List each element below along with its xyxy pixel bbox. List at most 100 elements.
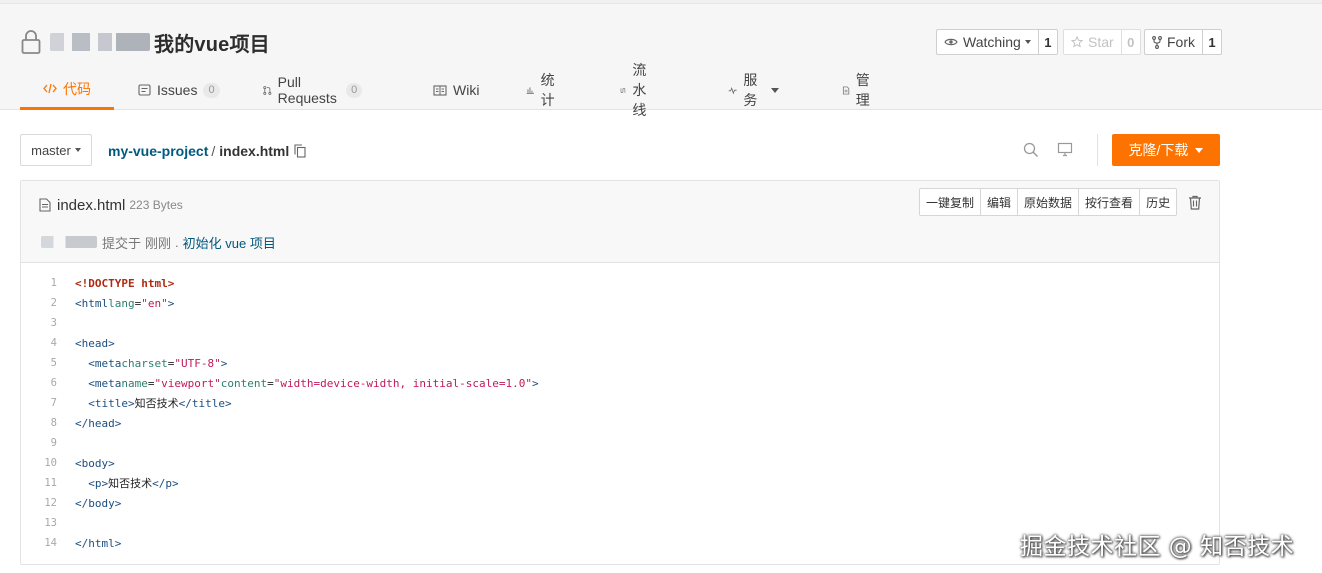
file-size: 223 Bytes (129, 198, 183, 212)
edit-button[interactable]: 编辑 (980, 189, 1017, 215)
file-icon (39, 198, 51, 212)
code-line: 12 </body> (21, 493, 1219, 513)
committer-blurred[interactable] (41, 236, 97, 248)
watch-count[interactable]: 1 (1038, 29, 1058, 55)
line-number[interactable]: 2 (21, 297, 57, 309)
line-number[interactable]: 12 (21, 497, 57, 509)
file-info: index.html 223 Bytes (39, 195, 183, 215)
watch-button[interactable]: Watching (936, 29, 1039, 55)
tab-pull-requests[interactable]: Pull Requests 0 (263, 70, 363, 110)
code-text: </html> (75, 536, 122, 550)
owner-name-blurred[interactable] (50, 33, 150, 51)
fork-icon (1152, 35, 1162, 49)
line-number[interactable]: 9 (21, 437, 57, 449)
chevron-down-icon (1024, 40, 1031, 44)
star-icon (1071, 36, 1083, 48)
pipeline-icon (620, 87, 626, 93)
code-line: 2 <htmllang="en"> (21, 293, 1219, 313)
line-number[interactable]: 4 (21, 337, 57, 349)
fork-label: Fork (1167, 34, 1195, 50)
line-number[interactable]: 13 (21, 517, 57, 529)
tab-label: Pull Requests (277, 74, 337, 106)
code-icon (43, 83, 57, 94)
breadcrumb-project[interactable]: my-vue-project (108, 143, 208, 159)
fork-button[interactable]: Fork (1144, 29, 1203, 55)
code-text: <head> (75, 336, 115, 350)
tab-label: 管理 (855, 72, 870, 108)
branch-name: master (31, 142, 71, 158)
breadcrumb: my-vue-project / index.html (108, 141, 306, 161)
wiki-icon (433, 84, 447, 96)
tab-service[interactable]: 服务 (728, 70, 779, 110)
code-line: 8 </head> (21, 413, 1219, 433)
star-control: Star 0 (1063, 29, 1141, 55)
tab-code[interactable]: 代码 (20, 70, 114, 110)
fork-count[interactable]: 1 (1203, 29, 1222, 55)
repo-title: 我的vue项目 (20, 28, 270, 56)
clone-download-button[interactable]: 克隆/下载 (1112, 134, 1220, 166)
monitor-icon[interactable] (1057, 142, 1073, 157)
tab-label: Wiki (453, 82, 480, 98)
tab-issues[interactable]: Issues 0 (138, 70, 220, 110)
history-button[interactable]: 历史 (1139, 189, 1176, 215)
last-commit: 提交于 刚刚 . 初始化 vue 项目 (41, 233, 276, 252)
pull-request-icon (263, 85, 272, 95)
file-header: index.html 223 Bytes 一键复制 编辑 原始数据 按行查看 历… (21, 181, 1219, 263)
copy-icon[interactable] (294, 144, 306, 158)
chevron-down-icon (771, 87, 779, 93)
file-viewer: index.html 223 Bytes 一键复制 编辑 原始数据 按行查看 历… (20, 180, 1220, 565)
tab-pipeline[interactable]: 流水线 (620, 62, 653, 118)
line-number[interactable]: 7 (21, 397, 57, 409)
line-number[interactable]: 10 (21, 457, 57, 469)
tab-label: 流水线 (632, 62, 647, 118)
trash-icon[interactable] (1188, 195, 1202, 210)
commit-time: 刚刚 (145, 235, 172, 251)
repo-header: 我的vue项目 Watching 1 Star 0 Fork 1 代码 Issu… (0, 0, 1322, 118)
line-number[interactable]: 5 (21, 357, 57, 369)
line-number[interactable]: 8 (21, 417, 57, 429)
tab-manage[interactable]: 管理 (842, 70, 874, 110)
star-count[interactable]: 0 (1121, 29, 1141, 55)
file-name: index.html (57, 196, 126, 214)
service-icon (728, 86, 737, 94)
tab-stats[interactable]: 统计 (526, 70, 559, 110)
line-number[interactable]: 14 (21, 537, 57, 549)
line-number[interactable]: 3 (21, 317, 57, 329)
line-number[interactable]: 1 (21, 277, 57, 289)
chevron-down-icon (74, 148, 81, 152)
tab-wiki[interactable]: Wiki (433, 70, 479, 110)
code-text: <metacharset="UTF-8"> (88, 356, 228, 370)
code-text: <metaname="viewport"content="width=devic… (88, 376, 539, 390)
pr-count-badge: 0 (346, 82, 363, 98)
code-text: <!DOCTYPE html> (75, 276, 175, 290)
commit-prefix: 提交于 (102, 235, 142, 251)
watch-label: Watching (963, 34, 1021, 50)
copy-all-button[interactable]: 一键复制 (920, 189, 980, 215)
code-text: </body> (75, 496, 122, 510)
commit-message[interactable]: 初始化 vue 项目 (183, 233, 276, 252)
code-line: 5 <metacharset="UTF-8"> (21, 353, 1219, 373)
stats-icon (526, 87, 534, 94)
line-number[interactable]: 6 (21, 377, 57, 389)
issues-count-badge: 0 (203, 82, 220, 98)
toolbar-divider (1097, 134, 1098, 166)
code-text: <p>知否技术</p> (88, 477, 179, 490)
breadcrumb-separator: / (211, 143, 216, 159)
tab-label: Issues (157, 82, 198, 98)
line-number[interactable]: 11 (21, 477, 57, 489)
search-icon[interactable] (1023, 142, 1039, 158)
code-line: 6 <metaname="viewport"content="width=dev… (21, 373, 1219, 393)
star-button[interactable]: Star (1063, 29, 1122, 55)
code-line: 7 <title>知否技术</title> (21, 393, 1219, 413)
watch-control: Watching 1 (936, 29, 1058, 55)
commit-dot: . (175, 234, 179, 250)
chevron-down-icon (1195, 147, 1204, 153)
raw-button[interactable]: 原始数据 (1017, 189, 1078, 215)
code-line: 3 (21, 313, 1219, 333)
blame-button[interactable]: 按行查看 (1078, 189, 1139, 215)
tab-label: 服务 (743, 72, 758, 108)
code-text: <body> (75, 456, 115, 470)
code-line: 1 <!DOCTYPE html> (21, 273, 1219, 293)
repo-name[interactable]: 我的vue项目 (154, 28, 270, 57)
branch-selector[interactable]: master (20, 134, 92, 166)
